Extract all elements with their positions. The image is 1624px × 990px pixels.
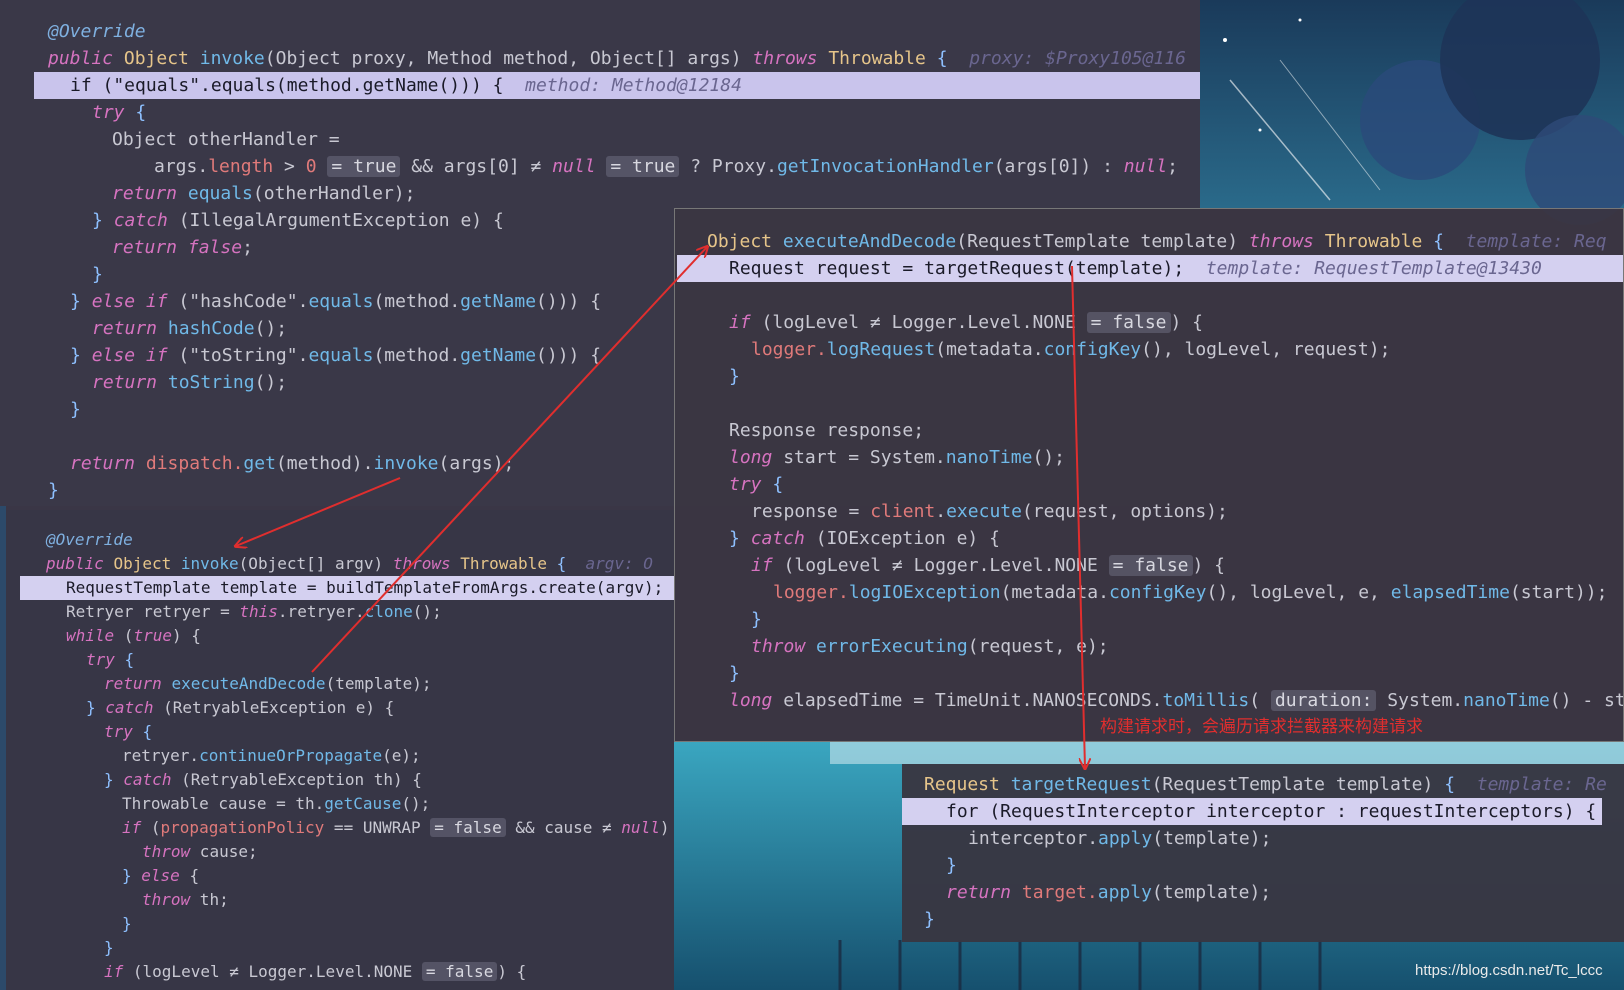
code-line: logger.logRequest(metadata.configKey(), … [751, 339, 1391, 360]
highlighted-line: RequestTemplate template = buildTemplate… [66, 578, 664, 597]
code-line: } [48, 480, 59, 501]
method-signature: public Object invoke(Object[] argv) thro… [46, 554, 653, 573]
code-line: } else if ("hashCode".equals(method.getN… [70, 291, 602, 312]
code-line: args.length > 0 = true && args[0] ≠ null… [154, 156, 1178, 177]
highlighted-line: Request request = targetRequest(template… [729, 258, 1542, 279]
code-line: retryer.continueOrPropagate(e); [122, 746, 421, 765]
code-line: throw errorExecuting(request, e); [751, 636, 1109, 657]
code-line: logger.logIOException(metadata.configKey… [773, 582, 1608, 603]
code-line: } [729, 663, 740, 684]
code-line: } [122, 914, 132, 933]
code-line: } catch (IllegalArgumentException e) { [92, 210, 504, 231]
code-line: } else { [122, 866, 200, 885]
code-line: try { [86, 650, 135, 669]
code-line: } else if ("toString".equals(method.getN… [70, 345, 602, 366]
editor-gutter[interactable] [675, 209, 709, 741]
code-line: } catch (RetryableException th) { [104, 770, 422, 789]
code-line: if (logLevel ≠ Logger.Level.NONE = false… [751, 555, 1226, 576]
code-line: if (logLevel ≠ Logger.Level.NONE = false… [104, 962, 527, 981]
method-signature: Object executeAndDecode(RequestTemplate … [707, 231, 1607, 252]
code-line: response = client.execute(request, optio… [751, 501, 1228, 522]
code-line: try { [92, 102, 147, 123]
highlighted-line: for (RequestInterceptor interceptor : re… [946, 801, 1597, 822]
method-signature: Request targetRequest(RequestTemplate te… [924, 774, 1607, 795]
code-line: return dispatch.get(method).invoke(args)… [70, 453, 515, 474]
code-line: interceptor.apply(template); [968, 828, 1272, 849]
code-line: } [729, 366, 740, 387]
code-line: } [92, 264, 103, 285]
code-panel-execute-and-decode[interactable]: Object executeAndDecode(RequestTemplate … [674, 208, 1624, 742]
code-line: return executeAndDecode(template); [104, 674, 432, 693]
code-line: return target.apply(template); [946, 882, 1272, 903]
code-line: long start = System.nanoTime(); [729, 447, 1065, 468]
code-line: } [104, 938, 114, 957]
code-panel-target-request[interactable]: Request targetRequest(RequestTemplate te… [902, 764, 1624, 942]
code-line: } catch (IOException e) { [729, 528, 1000, 549]
code-line: } [924, 909, 935, 930]
code-line: throw cause; [142, 842, 258, 861]
annotation-override: @Override [48, 21, 146, 42]
code-line: throw th; [142, 890, 229, 909]
code-line: Retryer retryer = this.retryer.clone(); [66, 602, 442, 621]
code-line: return hashCode(); [92, 318, 288, 339]
method-signature: public Object invoke(Object proxy, Metho… [48, 48, 1186, 69]
annotation-override: @Override [46, 530, 133, 549]
annotation-text: 构建请求时，会遍历请求拦截器来构建请求 [1100, 717, 1423, 737]
editor-gutter[interactable] [0, 0, 34, 506]
code-line: return false; [112, 237, 253, 258]
code-line: while (true) { [66, 626, 201, 645]
code-line: Response response; [729, 420, 925, 441]
code-line: return equals(otherHandler); [112, 183, 416, 204]
highlighted-line: if ("equals".equals(method.getName())) {… [70, 75, 742, 96]
code-line: long elapsedTime = TimeUnit.NANOSECONDS.… [729, 690, 1623, 711]
code-line: } [70, 399, 81, 420]
code-line: try { [104, 722, 153, 741]
code-line: try { [729, 474, 784, 495]
code-line: if (logLevel ≠ Logger.Level.NONE = false… [729, 312, 1204, 333]
code-line: return toString(); [92, 372, 288, 393]
code-line: } catch (RetryableException e) { [86, 698, 395, 717]
code-panel-sync-invoke[interactable]: @Override public Object invoke(Object[] … [6, 510, 674, 990]
code-line: if (propagationPolicy == UNWRAP = false … [122, 818, 670, 837]
code-line: Throwable cause = th.getCause(); [122, 794, 431, 813]
code-line: } [751, 609, 762, 630]
code-line: Object otherHandler = [112, 129, 340, 150]
code-line: } [946, 855, 957, 876]
watermark: https://blog.csdn.net/Tc_lccc [1415, 962, 1603, 979]
